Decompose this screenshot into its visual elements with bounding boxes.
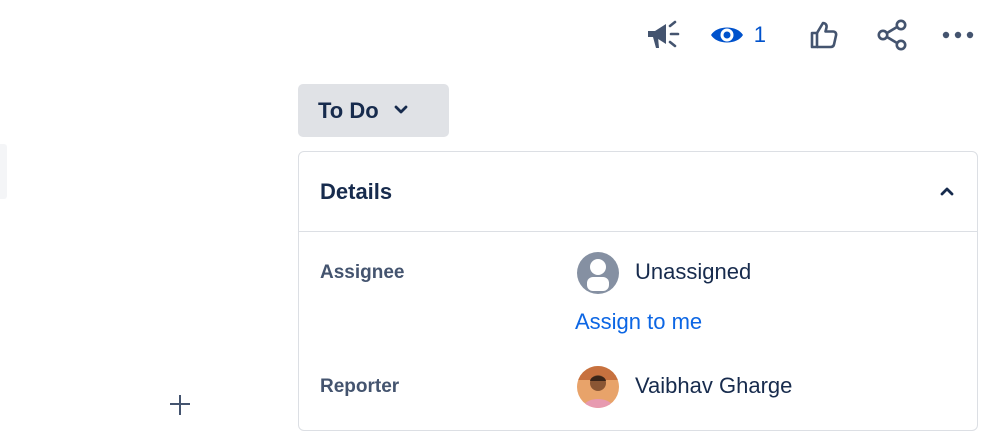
details-title: Details <box>320 178 393 204</box>
assignee-label: Assignee <box>320 262 405 283</box>
user-photo-avatar <box>577 366 619 408</box>
reporter-value[interactable]: Vaibhav Gharge <box>635 373 792 399</box>
more-icon <box>941 30 975 40</box>
reporter-label: Reporter <box>320 376 400 397</box>
default-user-avatar <box>577 252 619 294</box>
megaphone-icon <box>645 18 681 52</box>
chevron-up-icon[interactable] <box>939 183 955 201</box>
issue-toolbar: 1 <box>643 14 978 56</box>
thumbs-up-icon <box>808 19 840 51</box>
status-label: To Do <box>318 97 379 123</box>
chevron-down-icon <box>393 102 409 120</box>
watch-count: 1 <box>753 22 766 47</box>
assignee-value[interactable]: Unassigned <box>635 259 751 285</box>
give-feedback-button[interactable] <box>643 15 683 55</box>
status-dropdown-button[interactable]: To Do <box>298 84 449 137</box>
watch-button[interactable]: 1 <box>709 15 766 55</box>
left-panel-edge <box>0 144 7 199</box>
share-icon <box>875 19 909 51</box>
assign-to-me-link[interactable]: Assign to me <box>575 309 702 335</box>
share-button[interactable] <box>872 15 912 55</box>
more-actions-button[interactable] <box>938 15 978 55</box>
like-button[interactable] <box>804 15 844 55</box>
details-panel: Details Assignee Unassigned Assign to me… <box>298 151 978 431</box>
eye-icon <box>709 22 745 48</box>
add-icon[interactable] <box>169 393 191 415</box>
details-header[interactable]: Details <box>299 152 977 232</box>
